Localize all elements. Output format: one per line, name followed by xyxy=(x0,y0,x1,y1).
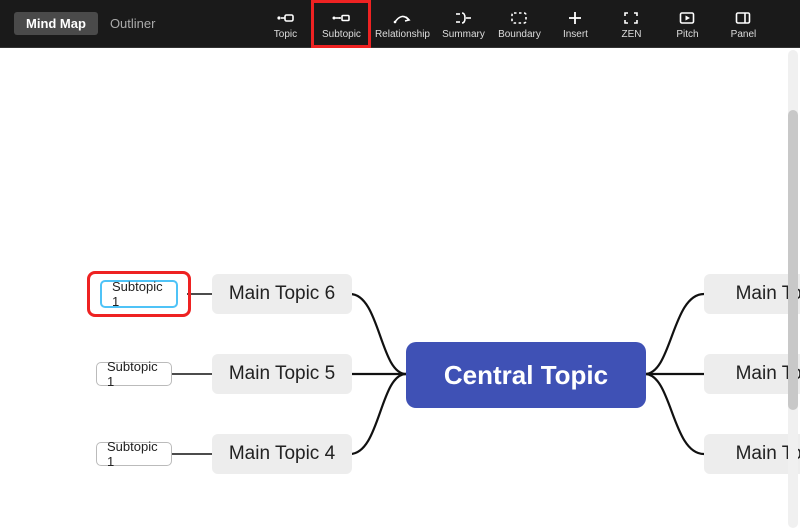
zen-icon xyxy=(622,8,640,28)
subtopic-icon xyxy=(331,8,351,28)
main-topic-node[interactable]: Main Top xyxy=(704,274,800,314)
tool-label: ZEN xyxy=(621,29,641,40)
subtopic-node[interactable]: Subtopic 1 xyxy=(96,442,172,466)
mindmap-canvas[interactable]: Central Topic Main Topic 6 Main Topic 5 … xyxy=(0,48,800,532)
plus-icon xyxy=(566,8,584,28)
main-topic-node[interactable]: Main Top xyxy=(704,434,800,474)
main-topic-node[interactable]: Main Top xyxy=(704,354,800,394)
tool-subtopic[interactable]: Subtopic xyxy=(313,2,369,46)
main-topic-label: Main Topic 6 xyxy=(229,283,335,305)
tool-zen[interactable]: ZEN xyxy=(603,2,659,46)
relationship-icon xyxy=(391,8,413,28)
boundary-icon xyxy=(509,8,529,28)
tab-mind-map[interactable]: Mind Map xyxy=(14,12,98,35)
main-topic-node[interactable]: Main Topic 5 xyxy=(212,354,352,394)
view-tabs: Mind Map Outliner xyxy=(0,12,167,35)
subtopic-label: Subtopic 1 xyxy=(112,279,166,309)
central-topic-label: Central Topic xyxy=(444,360,608,391)
subtopic-label: Subtopic 1 xyxy=(107,439,161,469)
main-topic-node[interactable]: Main Topic 6 xyxy=(212,274,352,314)
tool-label: Relationship xyxy=(375,29,430,40)
pitch-icon xyxy=(678,8,696,28)
topic-icon xyxy=(275,8,295,28)
subtopic-node[interactable]: Subtopic 1 xyxy=(100,280,178,308)
subtopic-label: Subtopic 1 xyxy=(107,359,161,389)
tool-label: Pitch xyxy=(676,29,698,40)
tool-label: Boundary xyxy=(498,29,541,40)
subtopic-node[interactable]: Subtopic 1 xyxy=(96,362,172,386)
central-topic-node[interactable]: Central Topic xyxy=(406,342,646,408)
main-topic-label: Main Topic 4 xyxy=(229,443,335,465)
main-topic-node[interactable]: Main Topic 4 xyxy=(212,434,352,474)
tools-group: Topic Subtopic Relationsh xyxy=(257,2,771,46)
scrollbar-thumb[interactable] xyxy=(788,110,798,410)
tool-label: Topic xyxy=(274,29,297,40)
subtopic-node-selected-highlight: Subtopic 1 xyxy=(90,274,188,314)
tool-label: Summary xyxy=(442,29,485,40)
main-topic-label: Main Topic 5 xyxy=(229,363,335,385)
tool-label: Subtopic xyxy=(322,29,361,40)
tool-relationship[interactable]: Relationship xyxy=(369,2,435,46)
panel-icon xyxy=(734,8,752,28)
summary-icon xyxy=(453,8,473,28)
tool-topic[interactable]: Topic xyxy=(257,2,313,46)
toolbar: Mind Map Outliner Topic xyxy=(0,0,800,48)
tool-label: Insert xyxy=(563,29,588,40)
tool-insert[interactable]: Insert xyxy=(547,2,603,46)
tool-boundary[interactable]: Boundary xyxy=(491,2,547,46)
tool-label: Panel xyxy=(731,29,757,40)
vertical-scrollbar[interactable] xyxy=(788,50,798,528)
tool-pitch[interactable]: Pitch xyxy=(659,2,715,46)
tool-panel[interactable]: Panel xyxy=(715,2,771,46)
tool-summary[interactable]: Summary xyxy=(435,2,491,46)
tab-outliner[interactable]: Outliner xyxy=(98,12,168,35)
